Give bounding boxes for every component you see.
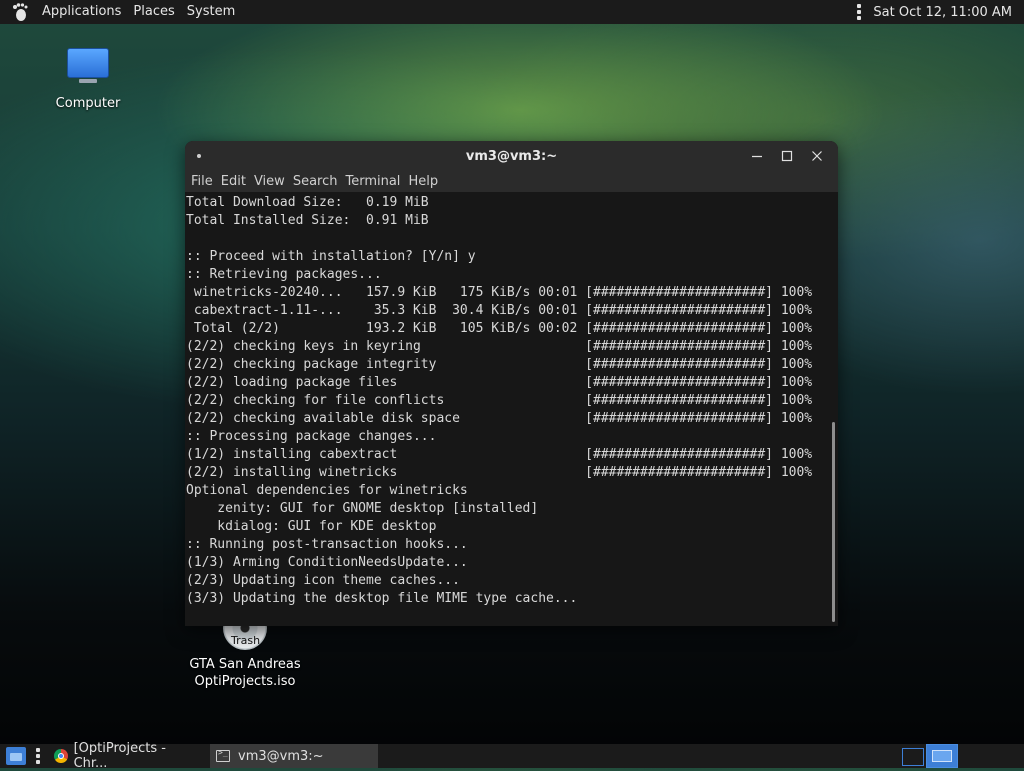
show-desktop-icon[interactable]: [6, 747, 26, 765]
desktop-icon-gta-iso[interactable]: Trash GTA San Andreas OptiProjects.iso: [186, 616, 304, 690]
menu-file[interactable]: File: [187, 171, 217, 192]
terminal-titlebar[interactable]: vm3@vm3:~: [185, 141, 838, 171]
top-panel-right: Sat Oct 12, 11:00 AM: [857, 0, 1024, 24]
taskbar-browser-label: [OptiProjects - Chr...: [73, 741, 166, 771]
top-panel: Applications Places System Sat Oct 12, 1…: [0, 0, 1024, 24]
window-title: vm3@vm3:~: [465, 148, 558, 164]
maximize-icon: [781, 150, 793, 162]
workspace-1[interactable]: [902, 748, 924, 766]
trash-label: Trash: [231, 634, 261, 647]
gta-label-line1: GTA San Andreas: [189, 657, 301, 672]
places-menu[interactable]: Places: [127, 0, 180, 24]
window-menu-icon[interactable]: [197, 154, 201, 158]
workspace-switcher: [902, 744, 958, 768]
menu-search[interactable]: Search: [289, 171, 342, 192]
window-controls: [742, 141, 832, 171]
applications-menu[interactable]: Applications: [36, 0, 127, 24]
taskbar-terminal-label: vm3@vm3:~: [238, 748, 324, 764]
bottom-taskbar: [OptiProjects - Chr... vm3@vm3:~: [0, 741, 1024, 771]
close-button[interactable]: [802, 141, 832, 171]
workspace-2[interactable]: [926, 744, 958, 768]
terminal-icon: [216, 748, 230, 762]
computer-label: Computer: [55, 96, 121, 111]
terminal-output[interactable]: Total Download Size: 0.19 MiB Total Inst…: [185, 192, 838, 608]
scroll-thumb[interactable]: [832, 422, 835, 622]
clock[interactable]: Sat Oct 12, 11:00 AM: [873, 5, 1012, 20]
menu-terminal[interactable]: Terminal: [341, 171, 404, 192]
terminal-scrollbar[interactable]: [828, 192, 838, 626]
chrome-icon: [54, 749, 68, 763]
close-icon: [812, 151, 822, 161]
taskbar-handle-icon[interactable]: [36, 748, 40, 764]
menu-edit[interactable]: Edit: [217, 171, 250, 192]
minimize-icon: [752, 155, 762, 158]
system-menu[interactable]: System: [181, 0, 241, 24]
panel-menu-icon[interactable]: [857, 4, 862, 20]
desktop-icon-computer[interactable]: Computer: [40, 48, 136, 111]
gnome-foot-icon[interactable]: [10, 1, 32, 23]
computer-monitor-icon: [67, 48, 109, 83]
gta-label-line2: OptiProjects.iso: [194, 674, 296, 689]
menu-help[interactable]: Help: [404, 171, 442, 192]
maximize-button[interactable]: [772, 141, 802, 171]
terminal-menubar: File Edit View Search Terminal Help: [185, 171, 838, 193]
gta-iso-label: GTA San Andreas OptiProjects.iso: [186, 656, 304, 690]
terminal-window[interactable]: vm3@vm3:~ File Edit View Search Terminal…: [185, 141, 838, 626]
top-panel-left: Applications Places System: [0, 0, 241, 24]
menu-view[interactable]: View: [250, 171, 289, 192]
minimize-button[interactable]: [742, 141, 772, 171]
taskbar-item-terminal[interactable]: vm3@vm3:~: [210, 744, 378, 768]
terminal-body[interactable]: Total Download Size: 0.19 MiB Total Inst…: [185, 192, 838, 626]
taskbar-item-browser[interactable]: [OptiProjects - Chr...: [48, 741, 206, 771]
